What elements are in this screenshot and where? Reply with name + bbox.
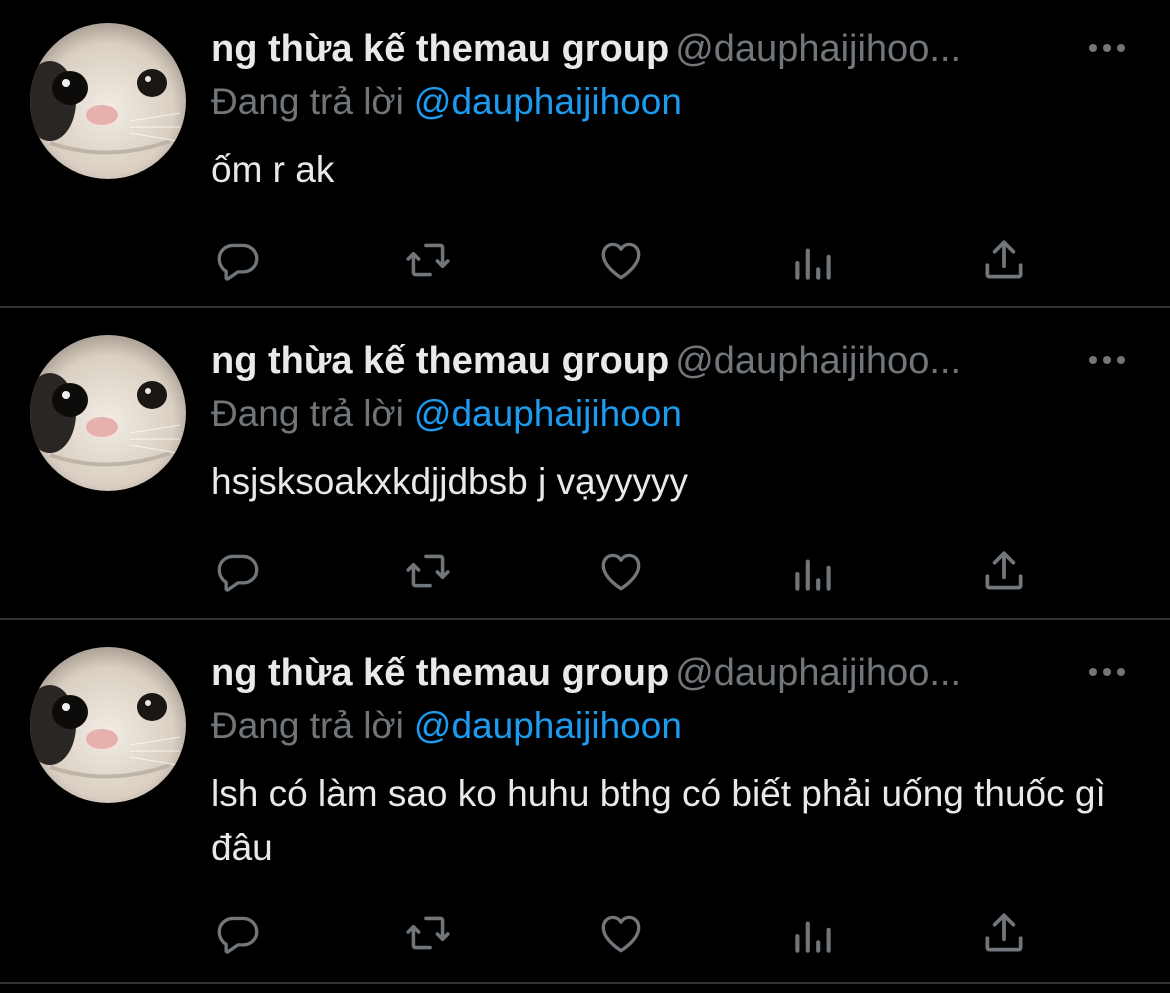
analytics-icon[interactable] [788, 910, 838, 960]
replying-to-label: Đang trả lời [211, 81, 404, 122]
tweet-divider [0, 982, 1170, 984]
replying-to-label: Đang trả lời [211, 705, 404, 746]
user-handle[interactable]: @dauphaijihoo... [675, 652, 961, 694]
display-name[interactable]: ng thừa kế themau group [211, 28, 669, 70]
tweet-divider [0, 618, 1170, 620]
replying-to: Đang trả lời @dauphaijihoon [211, 389, 682, 439]
retweet-icon[interactable] [403, 235, 453, 285]
display-name[interactable]: ng thừa kế themau group [211, 340, 669, 382]
reply-to-handle-link[interactable]: @dauphaijihoon [414, 81, 682, 122]
avatar[interactable] [30, 647, 186, 803]
retweet-icon[interactable] [403, 908, 453, 958]
replying-to: Đang trả lời @dauphaijihoon [211, 701, 682, 751]
like-icon[interactable] [596, 908, 646, 958]
replying-to: Đang trả lời @dauphaijihoon [211, 77, 682, 127]
reply-icon[interactable] [213, 235, 263, 285]
tweet-text: lsh có làm sao ko huhu bthg có biết phải… [211, 773, 1106, 868]
share-icon[interactable] [979, 235, 1029, 285]
tweet-header: ng thừa kế themau group @dauphaijihoo... [211, 21, 1081, 77]
avatar[interactable] [30, 23, 186, 179]
avatar[interactable] [30, 335, 186, 491]
like-icon[interactable] [596, 546, 646, 596]
reply-to-handle-link[interactable]: @dauphaijihoon [414, 393, 682, 434]
tweet-text: ốm r ak [211, 149, 335, 190]
share-icon[interactable] [979, 546, 1029, 596]
reply-icon[interactable] [213, 908, 263, 958]
reply-to-handle-link[interactable]: @dauphaijihoon [414, 705, 682, 746]
retweet-icon[interactable] [403, 546, 453, 596]
tweet-text: hsjsksoakxkdjjdbsb j vạyyyyy [211, 461, 689, 502]
reply-icon[interactable] [213, 546, 263, 596]
like-icon[interactable] [596, 235, 646, 285]
replying-to-label: Đang trả lời [211, 393, 404, 434]
display-name[interactable]: ng thừa kế themau group [211, 652, 669, 694]
analytics-icon[interactable] [788, 548, 838, 598]
tweet-header: ng thừa kế themau group @dauphaijihoo... [211, 645, 1081, 701]
user-handle[interactable]: @dauphaijihoo... [675, 340, 961, 382]
tweet-header: ng thừa kế themau group @dauphaijihoo... [211, 333, 1081, 389]
tweet-divider [0, 306, 1170, 308]
more-options-icon[interactable] [1086, 36, 1128, 60]
more-options-icon[interactable] [1086, 348, 1128, 372]
analytics-icon[interactable] [788, 237, 838, 287]
more-options-icon[interactable] [1086, 660, 1128, 684]
share-icon[interactable] [979, 908, 1029, 958]
user-handle[interactable]: @dauphaijihoo... [675, 28, 961, 70]
